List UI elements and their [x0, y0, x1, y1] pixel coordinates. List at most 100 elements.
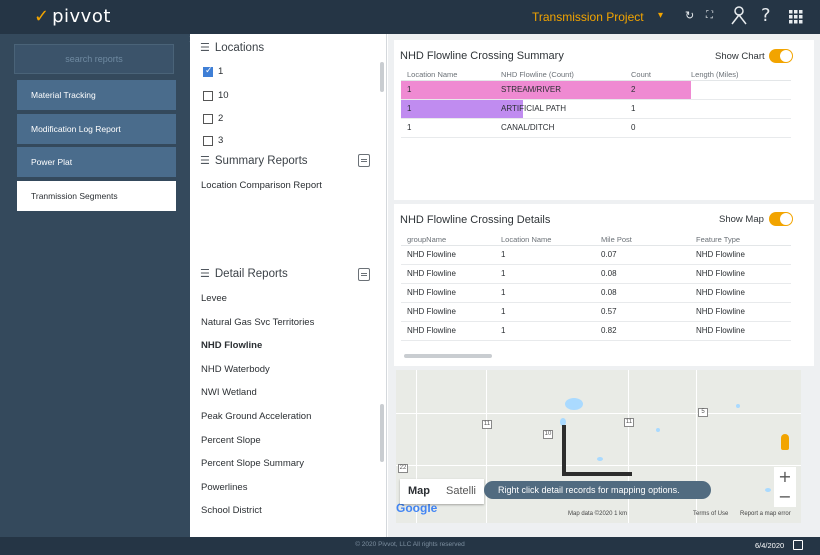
cell-location: 1 [501, 245, 601, 265]
cell-milepost: 0.08 [601, 283, 696, 303]
user-icon[interactable] [731, 5, 747, 28]
summary-reports-header: ☰ Summary Reports [200, 154, 308, 167]
cell-milepost: 0.82 [601, 321, 696, 341]
table-row[interactable]: NHD Flowline 1 0.08 NHD Flowline [401, 283, 791, 303]
sidebar-item-modification-log[interactable]: Modification Log Report [17, 114, 176, 144]
project-selector[interactable]: Transmission Project [532, 10, 644, 24]
detail-reports-header: ☰ Detail Reports [200, 267, 288, 280]
map-type-satellite-button[interactable]: Satelli [438, 479, 484, 504]
detail-report-item[interactable]: Peak Ground Acceleration [201, 411, 311, 422]
crossing-summary-table: Location Name NHD Flowline (Count) Count… [401, 69, 791, 138]
detail-report-item-selected[interactable]: NHD Flowline [201, 340, 262, 351]
table-row[interactable]: NHD Flowline 1 0.08 NHD Flowline [401, 264, 791, 284]
cell-count: 0 [631, 118, 691, 138]
column-header[interactable]: Feature Type [696, 234, 791, 246]
details-horizontal-scrollbar[interactable] [404, 354, 492, 358]
location-item-3[interactable]: 3 [203, 135, 223, 146]
apps-grid-icon[interactable] [789, 10, 803, 27]
detail-report-item[interactable]: NWI Wetland [201, 387, 257, 398]
detail-report-item[interactable]: NHD Waterbody [201, 364, 270, 375]
road-shield: 10 [543, 430, 553, 439]
refresh-icon[interactable]: ↻ [685, 9, 694, 22]
cell-milepost: 0.07 [601, 245, 696, 265]
summary-reports-title: Summary Reports [214, 154, 308, 167]
detail-report-item[interactable]: Levee [201, 293, 227, 304]
location-checkbox[interactable] [203, 135, 213, 146]
summary-report-item[interactable]: Location Comparison Report [201, 180, 322, 191]
table-row[interactable]: NHD Flowline 1 0.82 NHD Flowline [401, 321, 791, 341]
table-row[interactable]: NHD Flowline 1 0.57 NHD Flowline [401, 302, 791, 322]
column-header[interactable]: Location Name [401, 69, 501, 81]
column-header[interactable]: Count [631, 69, 691, 81]
crossing-details-table: groupName Location Name Mile Post Featur… [401, 234, 791, 341]
detail-report-item[interactable]: School District [201, 505, 262, 516]
location-item-2[interactable]: 2 [203, 113, 223, 124]
detail-report-item[interactable]: Natural Gas Svc Territories [201, 317, 314, 328]
table-row[interactable]: 1 ARTIFICIAL PATH 1 [401, 99, 791, 119]
detail-report-item[interactable]: Powerlines [201, 482, 247, 493]
column-header[interactable]: NHD Flowline (Count) [501, 69, 631, 81]
crossing-summary-panel: NHD Flowline Crossing Summary Show Chart… [394, 40, 814, 200]
table-row[interactable]: 1 STREAM/RIVER 2 [401, 80, 791, 100]
detail-report-item[interactable]: Percent Slope Summary [201, 458, 304, 469]
detail-reports-scrollbar[interactable] [380, 404, 384, 462]
location-label: 10 [218, 90, 229, 101]
footer: © 2020 Pivvot, LLC All rights reserved 6… [0, 537, 820, 555]
project-dropdown-icon[interactable]: ▾ [658, 10, 663, 21]
show-map-label: Show Map [719, 214, 764, 225]
footer-date: 6/4/2020 [755, 541, 785, 550]
table-row[interactable]: 1 CANAL/DITCH 0 [401, 118, 791, 138]
column-header[interactable]: Mile Post [601, 234, 696, 246]
column-header[interactable]: Length (Miles) [691, 69, 791, 81]
list-settings-icon: ☰ [200, 267, 210, 280]
show-chart-toggle[interactable] [769, 49, 793, 63]
location-item-10[interactable]: 10 [203, 90, 229, 101]
report-map-error-link[interactable]: Report a map error [740, 511, 791, 517]
road-shield: 5 [698, 408, 708, 417]
calendar-icon[interactable] [793, 540, 803, 550]
cell-group: NHD Flowline [401, 302, 501, 322]
help-icon[interactable]: ? [761, 5, 771, 26]
column-header[interactable]: Location Name [501, 234, 601, 246]
location-checkbox[interactable] [203, 90, 213, 101]
location-checkbox-checked[interactable] [203, 66, 213, 77]
cell-feature: NHD Flowline [696, 302, 791, 322]
zoom-out-button[interactable]: − [774, 487, 796, 507]
location-checkbox[interactable] [203, 113, 213, 124]
logo[interactable]: ✓ pivvot [34, 6, 111, 27]
expand-icon[interactable]: ⛶ [706, 10, 713, 21]
detail-report-item[interactable]: Percent Slope [201, 435, 261, 446]
report-picker-panel: ☰ Locations 1 10 2 3 ☰ Summary Reports L… [190, 34, 387, 537]
sidebar: search reports Material Tracking Modific… [0, 34, 190, 537]
location-label: 3 [218, 135, 224, 146]
location-item-1[interactable]: 1 [203, 66, 223, 77]
locations-scrollbar[interactable] [380, 62, 384, 92]
column-header[interactable]: groupName [401, 234, 501, 246]
sidebar-item-power-plat[interactable]: Power Plat [17, 147, 176, 177]
crossing-summary-title: NHD Flowline Crossing Summary [400, 50, 564, 62]
table-row[interactable]: NHD Flowline 1 0.07 NHD Flowline [401, 245, 791, 265]
report-document-icon[interactable] [358, 268, 370, 281]
map-type-map-button[interactable]: Map [400, 479, 438, 504]
cell-count: 2 [631, 80, 691, 100]
street-view-pegman-icon[interactable] [781, 434, 789, 450]
road-shield: 11 [482, 420, 492, 429]
cell-length [691, 80, 791, 100]
cell-location: 1 [401, 99, 501, 119]
cell-location: 1 [501, 302, 601, 322]
report-document-icon[interactable] [358, 154, 370, 167]
show-map-toggle[interactable] [769, 212, 793, 226]
map-type-control: Map Satelli [400, 479, 484, 504]
cell-location: 1 [501, 264, 601, 284]
search-reports-input[interactable]: search reports [14, 44, 174, 74]
zoom-in-button[interactable]: + [774, 467, 796, 487]
cell-count: 1 [631, 99, 691, 119]
sidebar-item-material-tracking[interactable]: Material Tracking [17, 80, 176, 110]
cell-feature: NHD Flowline [696, 321, 791, 341]
terms-of-use-link[interactable]: Terms of Use [693, 511, 728, 517]
top-bar: ✓ pivvot Transmission Project ▾ ↻ ⛶ ? [0, 0, 820, 34]
cell-group: NHD Flowline [401, 245, 501, 265]
sidebar-item-transmission-segments[interactable]: Tranmission Segments [17, 181, 176, 211]
cell-flowline: ARTIFICIAL PATH [501, 99, 631, 119]
cell-location: 1 [501, 283, 601, 303]
